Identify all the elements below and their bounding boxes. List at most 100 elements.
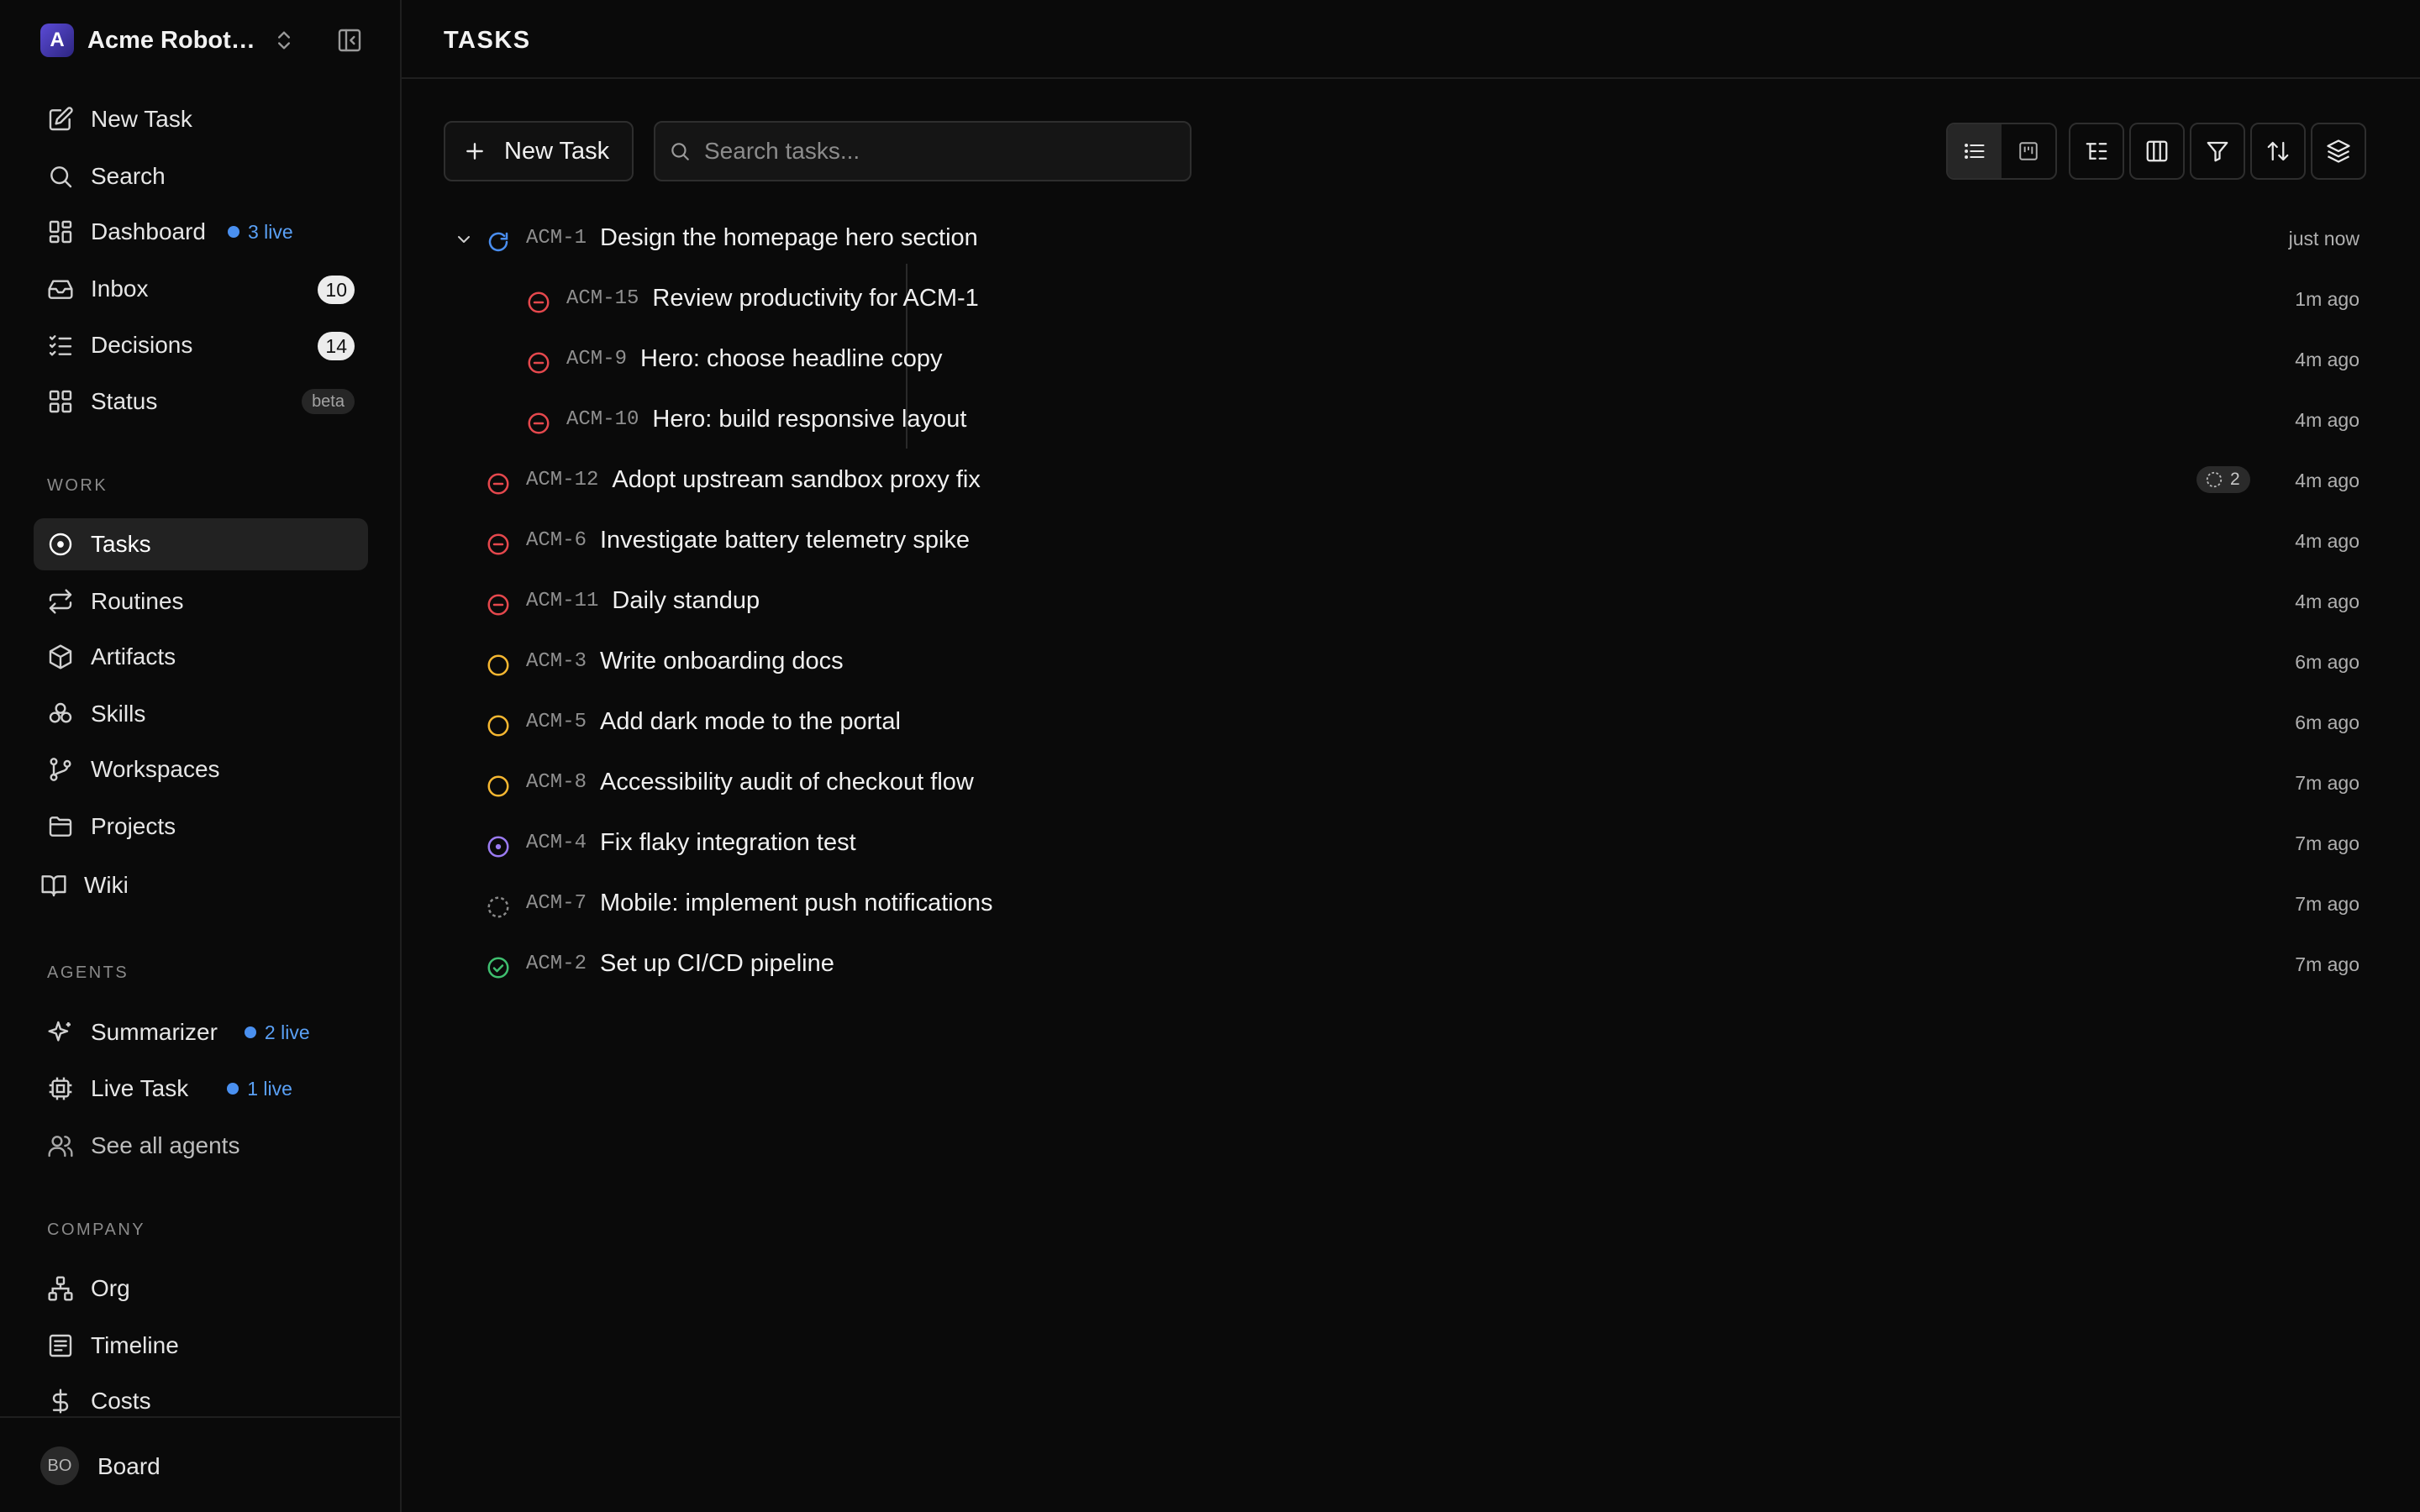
task-title[interactable]: Investigate battery telemetry spike [600, 527, 970, 554]
layers-icon[interactable] [2311, 123, 2366, 180]
columns-icon[interactable] [2129, 123, 2185, 180]
nav-timeline[interactable]: Timeline [34, 1320, 368, 1372]
list-view-icon[interactable] [1948, 124, 2002, 178]
task-title[interactable]: Hero: build responsive layout [652, 406, 966, 433]
nav-dashboard[interactable]: Dashboard 3 live [34, 206, 368, 258]
new-task-button[interactable]: New Task [444, 121, 634, 181]
task-title[interactable]: Daily standup [612, 587, 760, 615]
nav-label: Timeline [91, 1332, 179, 1358]
nav-decisions[interactable]: Decisions 14 [34, 319, 368, 371]
task-id: ACM-1 [526, 227, 587, 249]
task-row[interactable]: ACM-7 Mobile: implement push notification… [444, 873, 2360, 933]
done-status-icon[interactable] [486, 955, 511, 980]
blocked-status-icon[interactable] [486, 532, 511, 557]
task-row[interactable]: ACM-2 Set up CI/CD pipeline 7m ago [444, 933, 2360, 994]
org-chart-icon [47, 1275, 74, 1302]
chevron-up-down-icon [272, 29, 296, 52]
hierarchy-view-icon[interactable] [2069, 123, 2124, 180]
task-title[interactable]: Review productivity for ACM-1 [652, 285, 978, 312]
filter-icon[interactable] [2190, 123, 2245, 180]
running-status-icon[interactable] [486, 229, 511, 255]
edit-icon [47, 106, 74, 133]
collapse-sidebar-icon[interactable] [336, 27, 363, 54]
task-row[interactable]: ACM-1 Design the homepage hero section jus… [444, 207, 2360, 268]
task-title[interactable]: Mobile: implement push notifications [600, 890, 992, 917]
task-title[interactable]: Add dark mode to the portal [600, 708, 901, 736]
nav-label: Status [91, 388, 158, 414]
subtask-row[interactable]: ACM-9 Hero: choose headline copy 4m ago [444, 328, 2360, 389]
nav-projects[interactable]: Projects [34, 801, 368, 853]
nav-wiki[interactable]: Wiki [27, 859, 361, 911]
nav-search[interactable]: Search [34, 150, 368, 202]
task-updated-time: 7m ago [2295, 772, 2360, 794]
view-mode-toggle [1946, 123, 2057, 180]
chevron-down-icon[interactable] [454, 229, 474, 249]
sort-icon[interactable] [2250, 123, 2306, 180]
search-icon [47, 163, 74, 190]
backlog-status-icon[interactable] [486, 895, 511, 920]
task-row[interactable]: ACM-5 Add dark mode to the portal 6m ago [444, 691, 2360, 752]
checklist-icon [47, 332, 74, 359]
nav-label: Artifacts [91, 643, 176, 669]
task-id: ACM-4 [526, 832, 587, 854]
nav-label: Search [91, 163, 166, 189]
status-grid-icon [47, 388, 74, 415]
task-updated-time: just now [2288, 228, 2360, 249]
task-updated-time: 6m ago [2295, 711, 2360, 733]
task-id: ACM-3 [526, 650, 587, 673]
in-progress-status-icon[interactable] [486, 834, 511, 859]
task-row[interactable]: ACM-6 Investigate battery telemetry spike… [444, 510, 2360, 570]
todo-status-icon[interactable] [486, 713, 511, 738]
nav-label: Tasks [91, 531, 151, 557]
nav-inbox[interactable]: Inbox 10 [34, 263, 368, 315]
task-title[interactable]: Accessibility audit of checkout flow [600, 769, 974, 796]
blocked-status-icon[interactable] [526, 290, 551, 315]
task-row[interactable]: ACM-11 Daily standup 4m ago [444, 570, 2360, 631]
subtask-row[interactable]: ACM-10 Hero: build responsive layout 4m ag… [444, 389, 2360, 449]
task-row[interactable]: ACM-4 Fix flaky integration test 7m ago [444, 812, 2360, 873]
task-title[interactable]: Set up CI/CD pipeline [600, 950, 834, 978]
nav-label: Dashboard [91, 218, 206, 244]
user-menu[interactable]: BO Board [0, 1416, 400, 1512]
task-row[interactable]: ACM-8 Accessibility audit of checkout flo… [444, 752, 2360, 812]
nav-label: Projects [91, 813, 176, 839]
task-title[interactable]: Design the homepage hero section [600, 224, 978, 252]
task-updated-time: 4m ago [2295, 349, 2360, 370]
search-input[interactable] [704, 138, 1175, 165]
todo-status-icon[interactable] [486, 653, 511, 678]
task-updated-time: 1m ago [2295, 288, 2360, 310]
task-updated-time: 7m ago [2295, 832, 2360, 854]
nav-status[interactable]: Status beta [34, 375, 368, 428]
task-title[interactable]: Hero: choose headline copy [640, 345, 943, 373]
nav-see-all-agents[interactable]: See all agents [34, 1120, 368, 1172]
nav-label: Summarizer [91, 1019, 218, 1045]
blocked-status-icon[interactable] [526, 411, 551, 436]
task-title[interactable]: Write onboarding docs [600, 648, 844, 675]
blocked-status-icon[interactable] [526, 350, 551, 375]
workspace-switcher[interactable]: A Acme Robotics [40, 24, 363, 57]
nav-routines[interactable]: Routines [34, 575, 368, 627]
task-row[interactable]: ACM-3 Write onboarding docs 6m ago [444, 631, 2360, 691]
task-id: ACM-5 [526, 711, 587, 733]
blocked-status-icon[interactable] [486, 592, 511, 617]
search-icon [669, 140, 691, 162]
nav-artifacts[interactable]: Artifacts [34, 631, 368, 683]
board-view-icon[interactable] [2002, 124, 2055, 178]
tasks-icon [47, 531, 74, 558]
task-title[interactable]: Adopt upstream sandbox proxy fix [612, 466, 980, 494]
nav-new-task[interactable]: New Task [34, 93, 368, 145]
task-title[interactable]: Fix flaky integration test [600, 829, 856, 857]
nav-org[interactable]: Org [34, 1263, 368, 1315]
blocked-status-icon[interactable] [486, 471, 511, 496]
search-field[interactable] [654, 121, 1192, 181]
subtask-count: 2 [2230, 470, 2240, 489]
nav-agent-live-task[interactable]: Live Task 1 live [34, 1063, 368, 1115]
nav-skills[interactable]: Skills [34, 688, 368, 740]
nav-tasks[interactable]: Tasks [34, 518, 368, 570]
users-icon [47, 1132, 74, 1159]
subtask-row[interactable]: ACM-15 Review productivity for ACM-1 1m ag… [444, 268, 2360, 328]
todo-status-icon[interactable] [486, 774, 511, 799]
nav-agent-summarizer[interactable]: Summarizer 2 live [34, 1006, 368, 1058]
nav-workspaces[interactable]: Workspaces [34, 743, 368, 795]
task-row[interactable]: ACM-12 Adopt upstream sandbox proxy fix 2 4… [444, 449, 2360, 510]
